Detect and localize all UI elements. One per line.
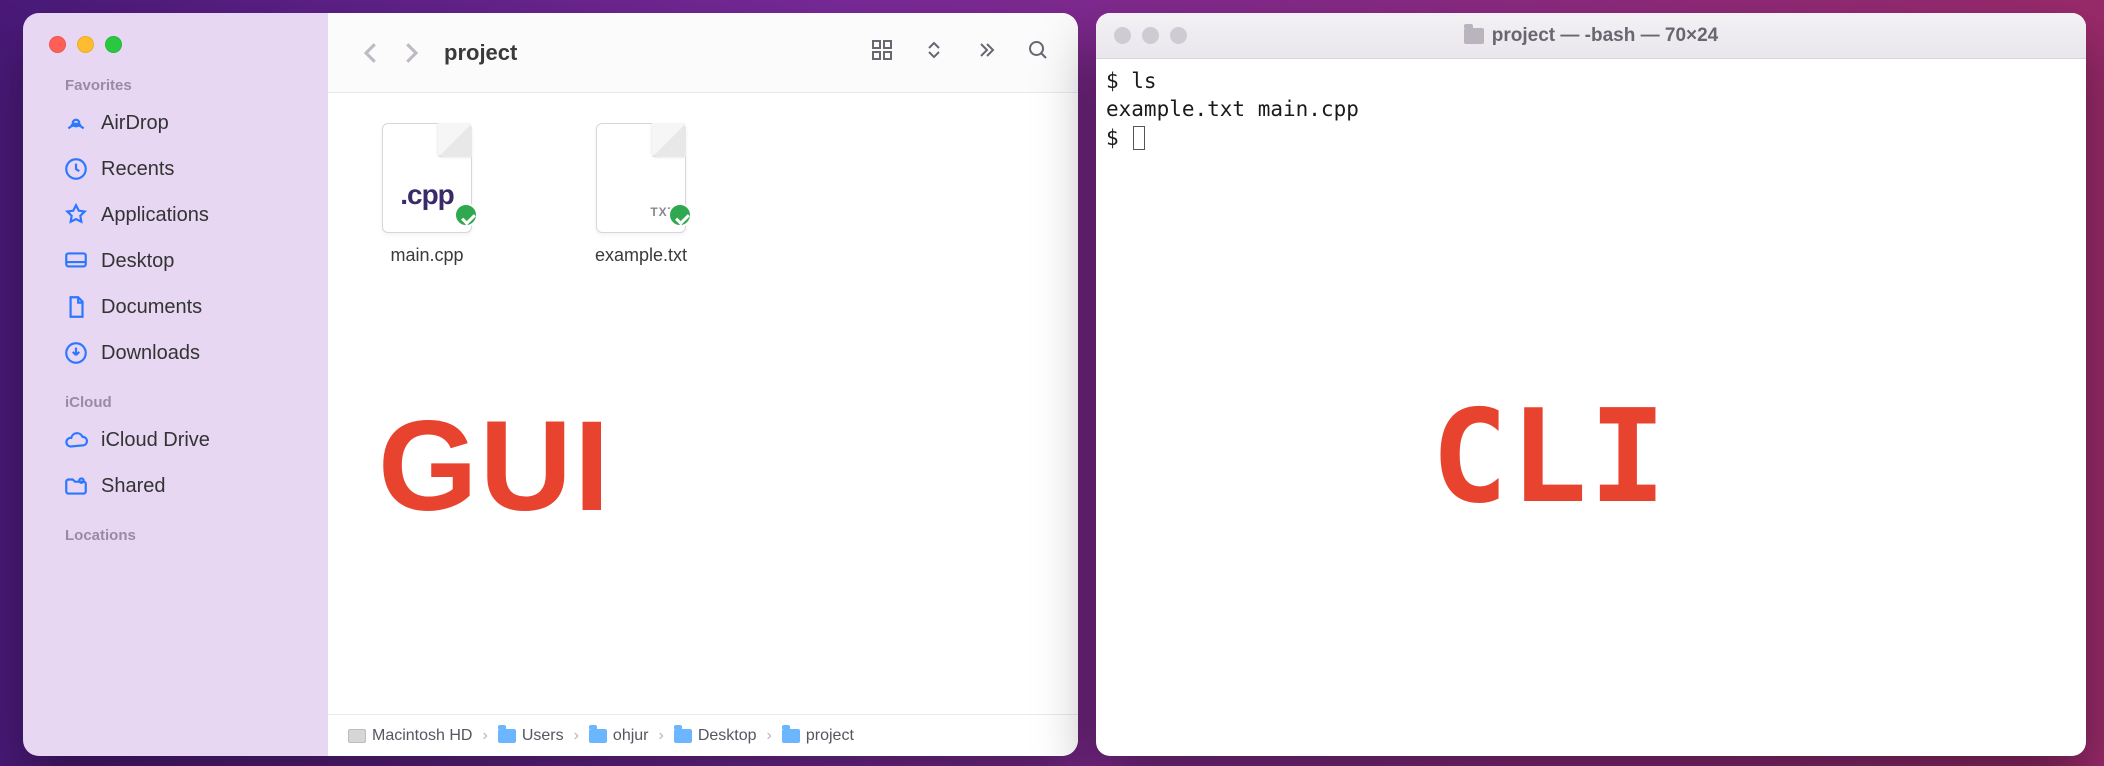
- minimize-button[interactable]: [77, 36, 94, 53]
- chevron-right-icon: ›: [767, 727, 772, 745]
- folder-icon: [589, 729, 607, 743]
- close-button[interactable]: [1114, 27, 1131, 44]
- path-bar: Macintosh HD › Users › ohjur › Desktop ›…: [328, 714, 1078, 756]
- sidebar-item-label: Applications: [101, 204, 209, 227]
- path-item[interactable]: Macintosh HD: [348, 727, 472, 745]
- sidebar-item-label: Shared: [101, 475, 166, 498]
- desktop-icon: [63, 248, 89, 274]
- cursor-icon: [1133, 126, 1145, 150]
- terminal-title-text: project — -bash — 70×24: [1492, 25, 1719, 47]
- sidebar-item-desktop[interactable]: Desktop: [23, 238, 328, 284]
- chevron-right-icon: ›: [659, 727, 664, 745]
- file-name: example.txt: [595, 245, 687, 266]
- path-label: Users: [522, 727, 564, 745]
- path-item[interactable]: project: [782, 727, 854, 745]
- view-options-button[interactable]: [922, 38, 946, 67]
- window-controls: [1096, 27, 1187, 44]
- folder-icon: [674, 729, 692, 743]
- path-label: Desktop: [698, 727, 757, 745]
- sidebar-item-airdrop[interactable]: AirDrop: [23, 100, 328, 146]
- folder-icon: [1464, 28, 1484, 44]
- terminal-titlebar: project — -bash — 70×24: [1096, 13, 2086, 59]
- sidebar-item-documents[interactable]: Documents: [23, 284, 328, 330]
- finder-sidebar: Favorites AirDrop Recents Applications D…: [23, 13, 328, 756]
- file-name: main.cpp: [390, 245, 463, 266]
- sidebar-item-label: Desktop: [101, 250, 174, 273]
- folder-icon: [782, 729, 800, 743]
- path-label: ohjur: [613, 727, 649, 745]
- toolbar-right: [870, 38, 1050, 67]
- sidebar-item-label: Recents: [101, 158, 174, 181]
- sidebar-item-label: Documents: [101, 296, 202, 319]
- cloud-icon: [63, 427, 89, 453]
- sidebar-section-title: Locations: [23, 509, 328, 550]
- sidebar-section-title: Favorites: [23, 59, 328, 100]
- sidebar-item-label: AirDrop: [101, 112, 169, 135]
- sync-badge-icon: [454, 203, 478, 227]
- chevron-right-icon: ›: [482, 727, 487, 745]
- airdrop-icon: [63, 110, 89, 136]
- zoom-button[interactable]: [1170, 27, 1187, 44]
- back-button[interactable]: [356, 38, 386, 68]
- terminal-line: $ ls: [1106, 67, 2076, 95]
- finder-main: project: [328, 13, 1078, 756]
- overlay-label: GUI: [378, 403, 612, 531]
- finder-toolbar: project: [328, 13, 1078, 93]
- overlay-label: CLI: [1431, 394, 1668, 522]
- minimize-button[interactable]: [1142, 27, 1159, 44]
- terminal-body[interactable]: $ lsexample.txt main.cpp$ CLI: [1096, 59, 2086, 756]
- sidebar-item-recents[interactable]: Recents: [23, 146, 328, 192]
- terminal-window: project — -bash — 70×24 $ lsexample.txt …: [1096, 13, 2086, 756]
- document-icon: [63, 294, 89, 320]
- overflow-button[interactable]: [974, 38, 998, 67]
- sidebar-item-shared[interactable]: Shared: [23, 463, 328, 509]
- sidebar-item-label: Downloads: [101, 342, 200, 365]
- cpp-file-icon: .cpp: [382, 123, 472, 233]
- path-item[interactable]: Desktop: [674, 727, 757, 745]
- apps-icon: [63, 202, 89, 228]
- forward-button[interactable]: [396, 38, 426, 68]
- finder-window: Favorites AirDrop Recents Applications D…: [23, 13, 1078, 756]
- path-item[interactable]: ohjur: [589, 727, 649, 745]
- terminal-prompt: $: [1106, 124, 2076, 152]
- clock-icon: [63, 156, 89, 182]
- txt-file-icon: TXT: [596, 123, 686, 233]
- view-mode-button[interactable]: [870, 38, 894, 67]
- zoom-button[interactable]: [105, 36, 122, 53]
- close-button[interactable]: [49, 36, 66, 53]
- path-item[interactable]: Users: [498, 727, 564, 745]
- sidebar-item-icloud-drive[interactable]: iCloud Drive: [23, 417, 328, 463]
- window-controls: [23, 27, 328, 59]
- chevron-right-icon: ›: [574, 727, 579, 745]
- path-label: project: [806, 727, 854, 745]
- terminal-title: project — -bash — 70×24: [1096, 25, 2086, 47]
- sync-badge-icon: [668, 203, 692, 227]
- search-button[interactable]: [1026, 38, 1050, 67]
- sidebar-item-applications[interactable]: Applications: [23, 192, 328, 238]
- finder-content[interactable]: .cpp main.cpp TXT example.txt GUI: [328, 93, 1078, 714]
- finder-title: project: [444, 40, 517, 66]
- folder-icon: [498, 729, 516, 743]
- file-item[interactable]: .cpp main.cpp: [364, 123, 490, 266]
- sidebar-section-title: iCloud: [23, 376, 328, 417]
- shared-folder-icon: [63, 473, 89, 499]
- sidebar-item-downloads[interactable]: Downloads: [23, 330, 328, 376]
- harddrive-icon: [348, 729, 366, 743]
- path-label: Macintosh HD: [372, 727, 472, 745]
- file-item[interactable]: TXT example.txt: [578, 123, 704, 266]
- sidebar-item-label: iCloud Drive: [101, 429, 210, 452]
- terminal-line: example.txt main.cpp: [1106, 95, 2076, 123]
- download-icon: [63, 340, 89, 366]
